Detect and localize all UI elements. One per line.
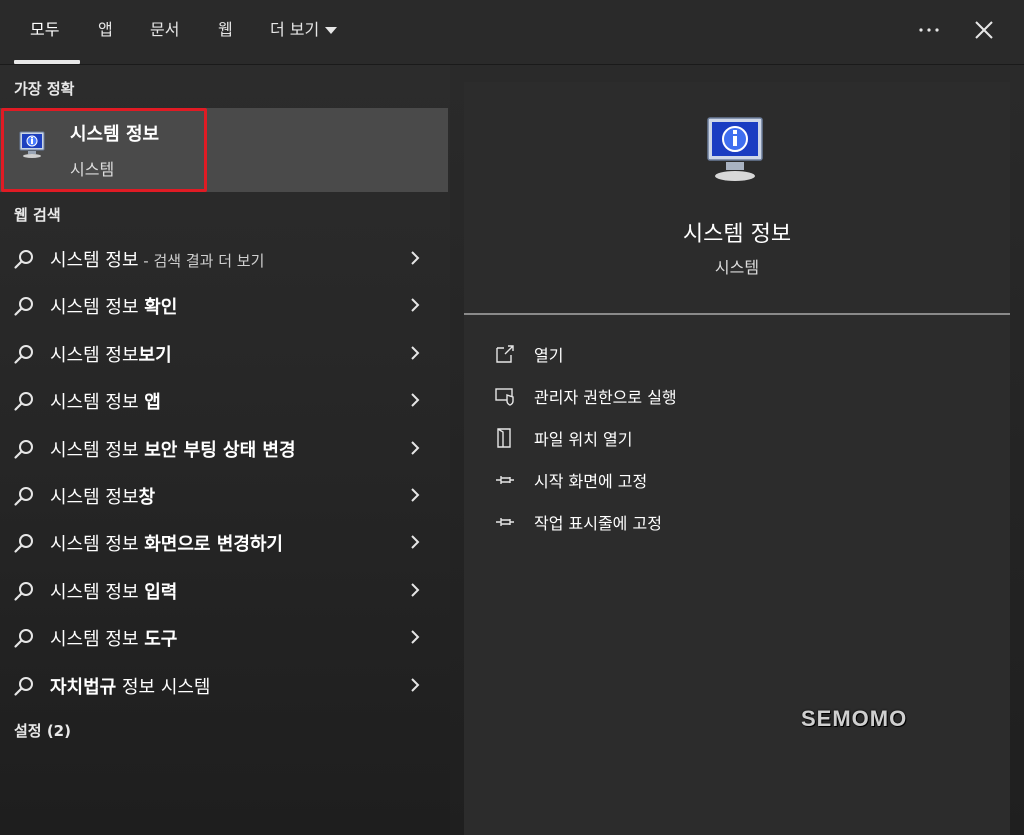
action-open-file-location-label: 파일 위치 열기 [534, 430, 633, 449]
section-web-search: 웹 검색 [14, 206, 61, 224]
web-result-item[interactable]: 시스템 정보 화면으로 변경하기 [0, 520, 448, 564]
chevron-right-icon [411, 678, 420, 692]
action-open-label: 열기 [534, 346, 564, 365]
open-icon [496, 345, 514, 363]
web-result-label: 시스템 정보창 [50, 487, 156, 508]
web-result-item[interactable]: 시스템 정보 입력 [0, 568, 448, 612]
chevron-right-icon [411, 251, 420, 265]
system-info-icon [707, 117, 763, 181]
chevron-right-icon [411, 630, 420, 644]
web-result-item[interactable]: 시스템 정보 - 검색 결과 더 보기 [0, 236, 448, 280]
search-filter-bar: 모두 앱 문서 웹 더 보기 [0, 0, 1024, 65]
chevron-right-icon [411, 488, 420, 502]
tab-all[interactable]: 모두 [30, 18, 59, 42]
web-result-suffix: - 검색 결과 더 보기 [138, 252, 265, 270]
web-result-label: 시스템 정보 도구 [50, 629, 178, 650]
search-icon [14, 487, 33, 506]
search-icon [14, 297, 33, 316]
search-icon [14, 440, 33, 459]
web-result-item[interactable]: 시스템 정보 도구 [0, 615, 448, 659]
web-result-label: 시스템 정보 보안 부팅 상태 변경 [50, 440, 296, 461]
web-result-label: 시스템 정보 - 검색 결과 더 보기 [50, 250, 265, 271]
preview-panel: 시스템 정보 시스템 열기 관리자 권한으로 실행 파일 위치 열기 시작 화면… [464, 82, 1010, 835]
divider [464, 313, 1010, 315]
web-result-label: 시스템 정보 화면으로 변경하기 [50, 534, 283, 555]
action-pin-to-start-label: 시작 화면에 고정 [534, 472, 648, 491]
chevron-right-icon [411, 298, 420, 312]
system-info-icon [19, 131, 45, 158]
web-result-item[interactable]: 시스템 정보창 [0, 473, 448, 517]
section-settings[interactable]: 설정 (2) [14, 720, 71, 741]
tab-more[interactable]: 더 보기 [270, 18, 338, 42]
web-result-item[interactable]: 시스템 정보 확인 [0, 283, 448, 327]
web-result-label: 자치법규 정보 시스템 [50, 677, 211, 698]
chevron-down-icon [325, 27, 338, 34]
chevron-right-icon [411, 583, 420, 597]
active-tab-indicator [14, 60, 80, 64]
web-result-item[interactable]: 자치법규 정보 시스템 [0, 663, 448, 707]
chevron-right-icon [411, 346, 420, 360]
search-icon [14, 392, 33, 411]
file-location-icon [497, 428, 511, 448]
action-pin-to-taskbar-label: 작업 표시줄에 고정 [534, 514, 662, 533]
search-icon [14, 345, 33, 364]
search-icon [14, 250, 33, 269]
search-icon [14, 534, 33, 553]
results-list: 가장 정확 시스템 정보 시스템 웹 검색 시스템 정보 - 검색 결과 더 보… [0, 65, 450, 835]
best-match-subtitle: 시스템 [70, 160, 115, 179]
pin-icon [496, 476, 514, 484]
web-result-item[interactable]: 시스템 정보보기 [0, 331, 448, 375]
web-result-label: 시스템 정보보기 [50, 345, 172, 366]
best-match-title: 시스템 정보 [70, 124, 160, 145]
tab-web[interactable]: 웹 [218, 18, 233, 42]
chevron-right-icon [411, 393, 420, 407]
web-result-item[interactable]: 시스템 정보 앱 [0, 378, 448, 422]
section-best-match: 가장 정확 [14, 80, 75, 98]
best-match-result[interactable] [0, 108, 448, 192]
tab-documents[interactable]: 문서 [150, 18, 179, 42]
search-icon [14, 582, 33, 601]
chevron-right-icon [411, 535, 420, 549]
action-run-as-admin-label: 관리자 권한으로 실행 [534, 388, 677, 407]
web-result-label: 시스템 정보 입력 [50, 582, 178, 603]
web-result-label: 시스템 정보 앱 [50, 392, 161, 413]
windows-search-window: 모두 앱 문서 웹 더 보기 가장 정확 시스템 정보 시스템 웹 검색 시스템… [0, 0, 1024, 835]
tab-apps[interactable]: 앱 [98, 18, 113, 42]
watermark: SEMOMO [801, 706, 908, 731]
close-icon[interactable] [968, 14, 1000, 46]
search-icon [14, 677, 33, 696]
web-result-label: 시스템 정보 확인 [50, 297, 178, 318]
preview-subtitle: 시스템 [714, 258, 760, 277]
pin-icon [496, 518, 514, 526]
tab-more-label: 더 보기 [270, 20, 320, 39]
preview-title: 시스템 정보 [682, 222, 792, 247]
search-icon [14, 629, 33, 648]
admin-shield-icon [495, 388, 514, 406]
web-result-item[interactable]: 시스템 정보 보안 부팅 상태 변경 [0, 426, 448, 470]
ellipsis-icon[interactable] [913, 14, 945, 46]
chevron-right-icon [411, 441, 420, 455]
